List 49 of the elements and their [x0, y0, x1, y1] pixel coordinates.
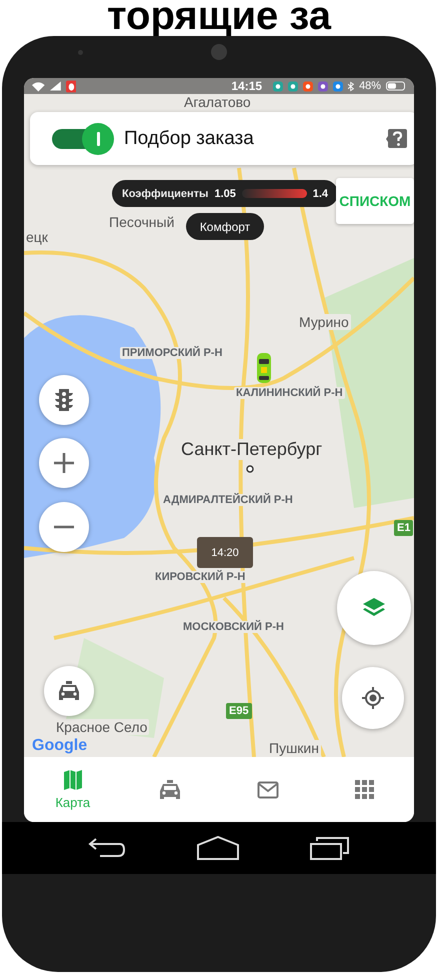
tariff-chip[interactable]: Комфорт — [186, 213, 264, 240]
mail-icon — [256, 780, 279, 798]
map-label: Агалатово — [182, 94, 253, 110]
coefficient-label: Коэффициенты — [122, 188, 208, 200]
map-label: Пушкин — [267, 740, 321, 756]
traffic-light-icon — [55, 388, 73, 412]
coefficient-scale — [242, 189, 307, 198]
recent-apps-icon[interactable] — [310, 836, 350, 860]
map-label: АДМИРАЛТЕЙСКИЙ Р-Н — [161, 494, 295, 506]
taxi-icon — [159, 778, 182, 800]
road-sign: E95 — [226, 703, 252, 719]
help-icon[interactable] — [386, 128, 408, 150]
map-label: Мурино — [297, 314, 351, 330]
car-icon — [256, 353, 272, 383]
page-heading: торящие за — [106, 0, 332, 36]
back-icon[interactable] — [88, 837, 126, 859]
battery-percent: 48% — [359, 80, 382, 92]
status-time: 14:15 — [231, 79, 262, 93]
map-label: КАЛИНИНСКИЙ Р-Н — [234, 387, 345, 399]
sensor-dot — [78, 50, 83, 55]
order-toggle[interactable] — [52, 122, 116, 154]
coefficient-max: 1.4 — [312, 188, 328, 200]
signal-icon — [50, 81, 60, 91]
map-label: ПРИМОРСКИЙ Р-Н — [120, 347, 224, 359]
google-logo: Google — [32, 737, 88, 755]
wifi-icon — [32, 80, 45, 92]
minus-icon — [54, 525, 74, 529]
location-target-icon — [362, 687, 384, 709]
map-label: Красное Село — [54, 719, 150, 735]
layers-icon — [363, 598, 385, 618]
plus-icon — [54, 453, 74, 473]
taxi-icon — [58, 680, 80, 702]
map-label: Песочный — [107, 214, 176, 230]
home-icon[interactable] — [196, 836, 239, 860]
map-label: Санкт-Петербург — [179, 439, 324, 460]
apps-grid-icon — [355, 780, 376, 800]
nav-tab[interactable]: Карта — [24, 757, 122, 822]
road-sign: E1 — [394, 520, 414, 536]
camera-dot — [211, 44, 227, 60]
map-label: КИРОВСКИЙ Р-Н — [153, 571, 248, 583]
coefficient-min: 1.05 — [214, 188, 236, 200]
order-toggle-label: Подбор заказа — [124, 128, 255, 150]
map-icon — [62, 769, 83, 791]
list-view-button[interactable]: СПИСКОМ — [336, 178, 414, 224]
map-label: МОСКОВСКИЙ Р-Н — [181, 621, 286, 633]
eta-tooltip: 14:20 — [197, 537, 253, 568]
city-center-marker — [246, 465, 254, 473]
battery-icon — [386, 81, 406, 91]
bluetooth-icon — [348, 80, 354, 92]
